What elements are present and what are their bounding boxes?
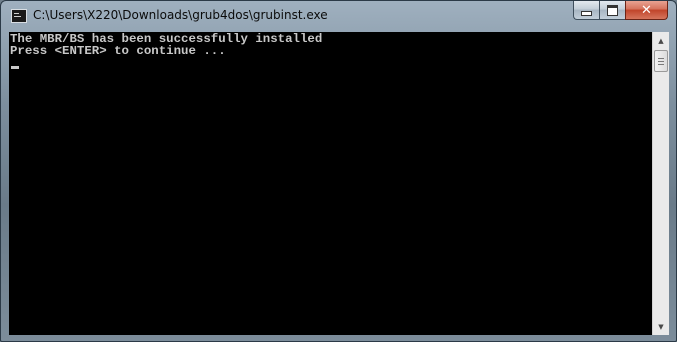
minimize-icon: [581, 10, 592, 16]
console-output[interactable]: The MBR/BS has been successfully install…: [9, 32, 652, 335]
console-line: Press <ENTER> to continue ...: [10, 44, 226, 58]
window-title: C:\Users\X220\Downloads\grub4dos\grubins…: [33, 8, 328, 22]
scroll-down-button[interactable]: ▼: [653, 318, 669, 335]
vertical-scrollbar[interactable]: ▲ ▼: [652, 32, 669, 335]
scroll-up-icon: ▲: [658, 36, 664, 45]
scroll-thumb[interactable]: [654, 50, 668, 72]
console-window: C:\Users\X220\Downloads\grub4dos\grubins…: [0, 0, 677, 342]
minimize-button[interactable]: [573, 1, 599, 20]
grip-line: [658, 61, 664, 62]
scroll-down-icon: ▼: [658, 322, 664, 331]
maximize-button[interactable]: [599, 1, 625, 20]
grip-line: [658, 58, 664, 59]
title-bar[interactable]: C:\Users\X220\Downloads\grub4dos\grubins…: [1, 1, 676, 31]
scroll-up-button[interactable]: ▲: [653, 32, 669, 49]
console-icon[interactable]: [11, 9, 27, 23]
grip-line: [658, 64, 664, 65]
text-cursor: [11, 66, 19, 69]
maximize-icon: [607, 4, 618, 16]
close-icon: ✕: [641, 2, 652, 18]
caption-buttons: ✕: [573, 1, 668, 21]
close-button[interactable]: ✕: [625, 1, 668, 20]
